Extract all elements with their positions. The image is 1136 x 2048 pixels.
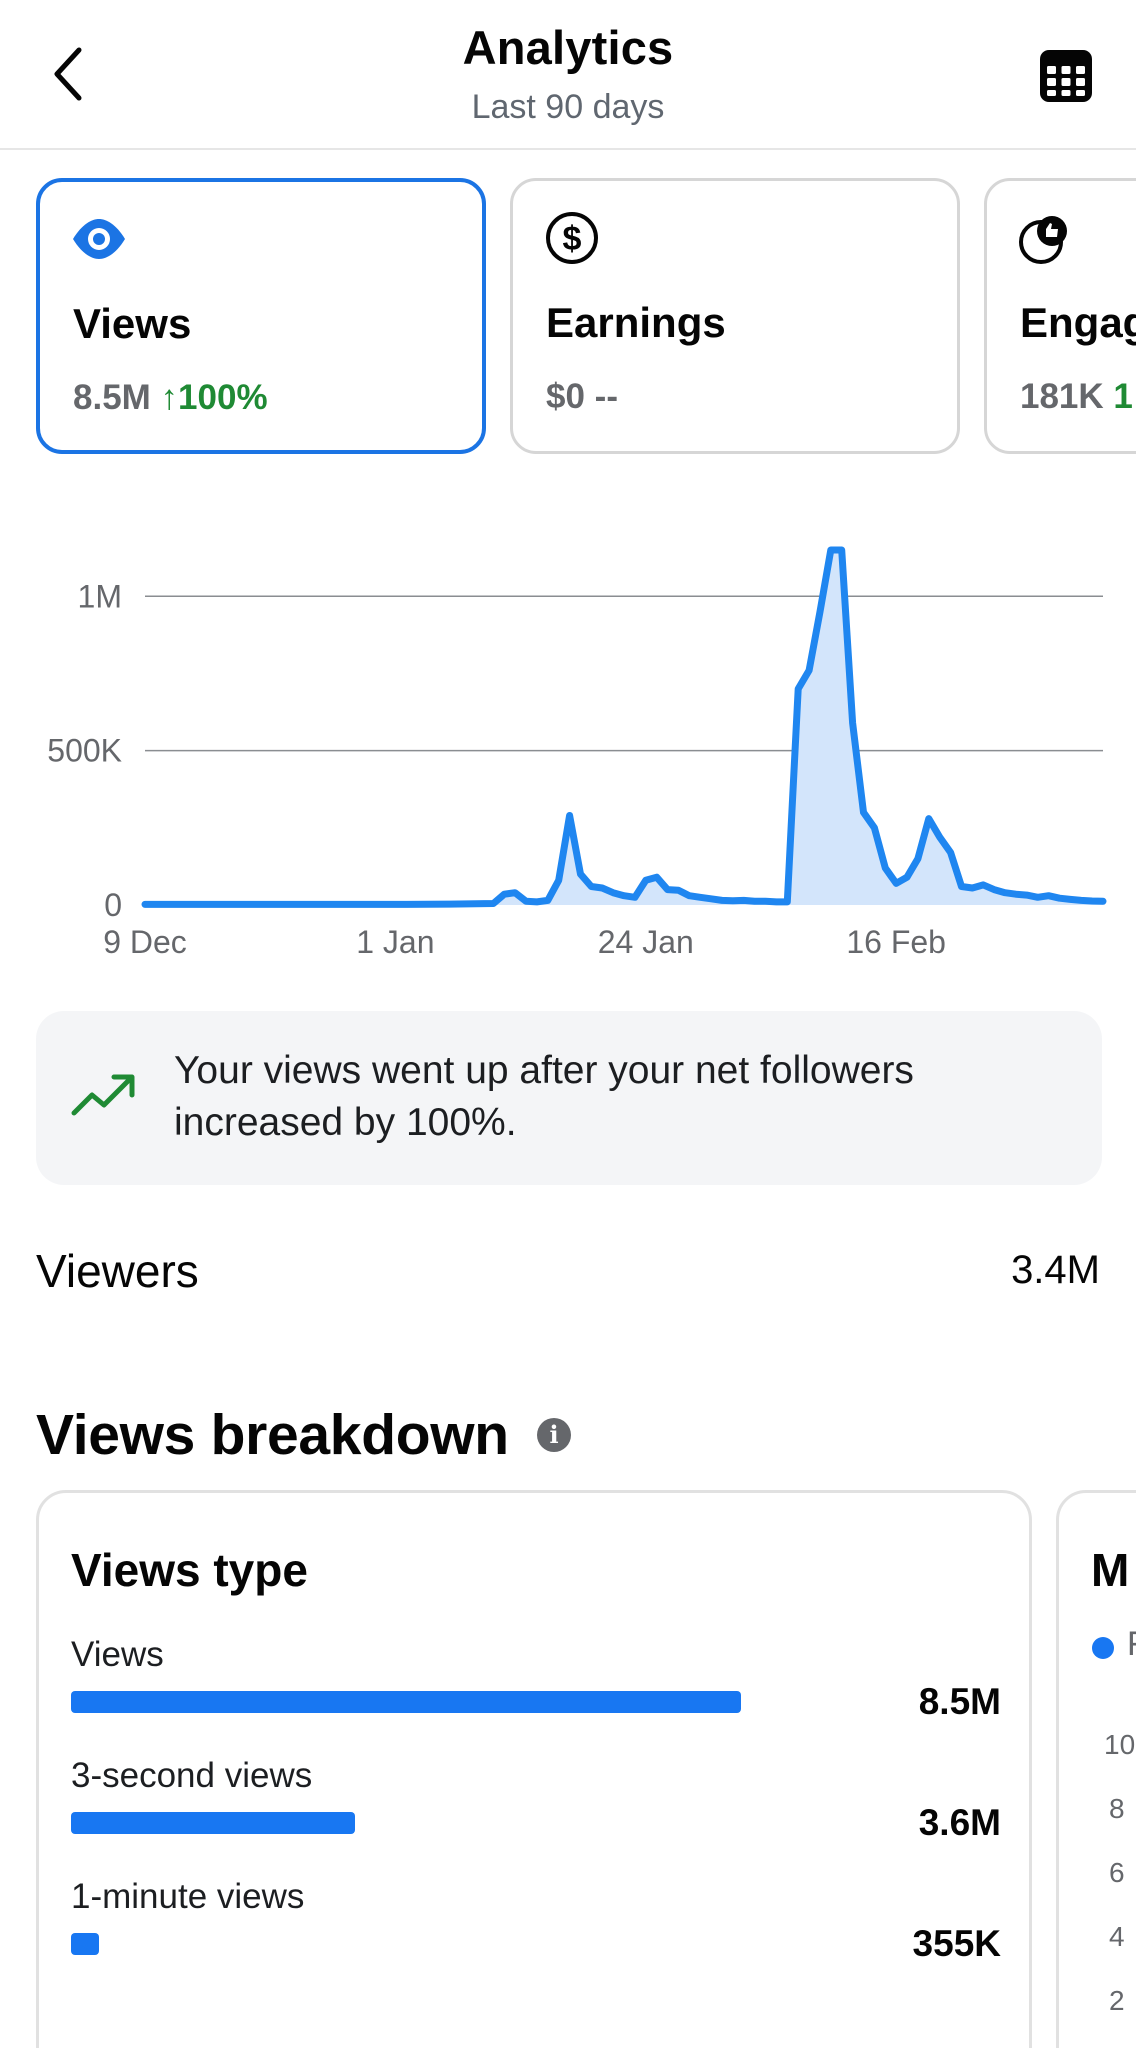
metric-cards: Views 8.5M ↑100% $ Earnings $0 -- Engag … xyxy=(0,176,1136,456)
metric-card-engagement[interactable]: Engag 181K 1 xyxy=(984,178,1136,454)
row-value: 355K xyxy=(912,1923,1001,1964)
legend-dot xyxy=(1092,1637,1114,1659)
metric-value: 8.5M ↑100% xyxy=(73,378,268,418)
bar-fill xyxy=(71,1812,356,1834)
row-value: 3.6M xyxy=(918,1802,1001,1843)
bar-track xyxy=(71,1691,741,1713)
viewers-value: 3.4M xyxy=(1011,1248,1100,1292)
row-label: Views xyxy=(71,1635,164,1674)
views-type-title: Views type xyxy=(71,1544,308,1596)
metric-card-views[interactable]: Views 8.5M ↑100% xyxy=(36,178,486,454)
x-tick-label: 1 Jan xyxy=(356,924,434,960)
axis-tick: 8 xyxy=(1109,1793,1125,1824)
engagement-icon xyxy=(1019,216,1067,264)
views-type-row: Views 8.5M xyxy=(71,1635,1001,1745)
bar-track xyxy=(71,1812,741,1834)
bar-fill xyxy=(71,1691,741,1713)
second-card-title: M xyxy=(1091,1544,1130,1596)
axis-tick: 10 xyxy=(1104,1729,1136,1760)
calendar-icon xyxy=(1040,50,1092,102)
insight-card: Your views went up after your net follow… xyxy=(36,1011,1102,1185)
metric-label: Views xyxy=(73,300,192,347)
views-breakdown-title: Views breakdown xyxy=(36,1403,509,1467)
bar-fill xyxy=(71,1933,100,1955)
x-tick-label: 16 Feb xyxy=(846,924,946,960)
svg-text:$: $ xyxy=(563,220,582,258)
x-tick-label: 9 Dec xyxy=(103,924,187,960)
analytics-screen: Analytics Last 90 days Views 8.5M ↑100% … xyxy=(0,0,1136,2048)
page-title: Analytics xyxy=(462,21,674,74)
metric-label: Earnings xyxy=(546,299,726,346)
metric-number: 8.5M xyxy=(73,378,151,417)
legend-label: F xyxy=(1127,1625,1136,1664)
metric-number: 181K xyxy=(1020,377,1104,416)
info-icon[interactable]: i xyxy=(537,1418,571,1452)
eye-icon xyxy=(73,219,125,259)
y-tick-label: 0 xyxy=(104,887,122,923)
row-label: 1-minute views xyxy=(71,1877,305,1916)
views-line xyxy=(141,546,1107,908)
bar-track xyxy=(71,1933,741,1955)
insight-text: Your views went up after your net follow… xyxy=(174,1049,914,1144)
views-chart: 0 500K 1M 9 Dec 1 Jan 24 Jan 16 Feb xyxy=(0,520,1136,970)
calendar-button[interactable] xyxy=(1036,46,1096,106)
header: Analytics Last 90 days xyxy=(0,0,1136,150)
chart-svg: 0 500K 1M 9 Dec 1 Jan 24 Jan 16 Feb xyxy=(47,546,1107,960)
dollar-icon: $ xyxy=(546,212,598,264)
row-value: 8.5M xyxy=(918,1681,1001,1722)
y-tick-label: 1M xyxy=(78,578,122,614)
metric-number: $0 xyxy=(546,377,585,416)
views-type-row: 1-minute views 355K xyxy=(71,1877,1001,1987)
second-breakdown-card: M F 10 8 6 4 2 xyxy=(1056,1490,1136,2048)
metric-value: 181K 1 xyxy=(1020,377,1133,417)
y-tick-label: 500K xyxy=(47,733,122,769)
metric-delta: 1 xyxy=(1113,377,1133,416)
axis-tick: 6 xyxy=(1109,1857,1125,1888)
viewers-label: Viewers xyxy=(36,1245,199,1297)
views-type-row: 3-second views 3.6M xyxy=(71,1756,1001,1866)
area-fill xyxy=(145,550,1103,905)
metric-card-earnings[interactable]: $ Earnings $0 -- xyxy=(510,178,960,454)
page-subtitle: Last 90 days xyxy=(471,88,665,126)
trending-up-icon xyxy=(71,1074,135,1116)
metric-value: $0 -- xyxy=(546,377,618,417)
metric-delta: ↑100% xyxy=(160,378,268,417)
axis-tick: 4 xyxy=(1109,1921,1125,1952)
metric-delta: -- xyxy=(594,377,618,416)
axis-tick: 2 xyxy=(1109,1985,1125,2016)
row-label: 3-second views xyxy=(71,1756,313,1795)
metric-label: Engag xyxy=(1020,299,1136,346)
x-tick-label: 24 Jan xyxy=(598,924,694,960)
views-type-card: Views type Views 8.5M 3-second views 3.6… xyxy=(36,1490,1032,2048)
